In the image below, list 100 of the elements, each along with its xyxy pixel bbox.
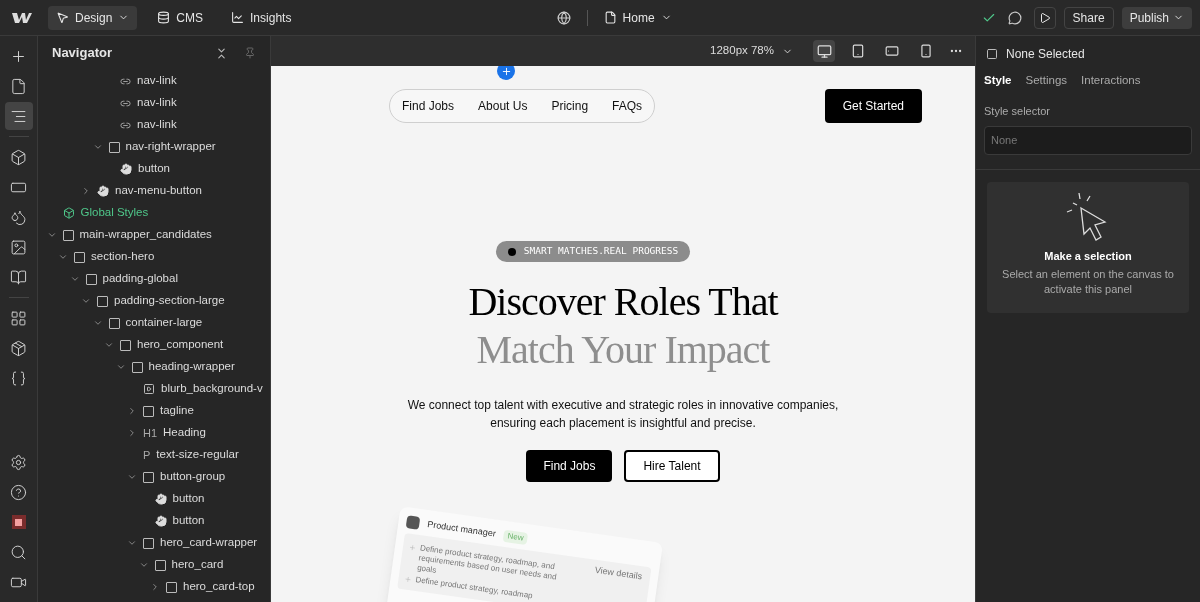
box-icon (108, 141, 120, 153)
box-icon (85, 273, 97, 285)
tree-label: nav-link (137, 117, 177, 133)
tree-item[interactable]: H1 Heading (38, 422, 270, 444)
nav-link[interactable]: About Us (478, 97, 528, 115)
tree-item[interactable]: button (38, 510, 270, 532)
tablet-icon (851, 44, 865, 58)
tree-item[interactable]: nav-link (38, 92, 270, 114)
globe-icon[interactable] (556, 10, 571, 25)
caret-icon[interactable] (92, 318, 103, 328)
hero-button[interactable]: Find Jobs (526, 450, 613, 482)
caret-icon[interactable] (150, 582, 160, 592)
caret-icon[interactable] (127, 472, 137, 482)
panel-tab[interactable]: Interactions (1081, 72, 1141, 90)
caret-icon[interactable] (115, 362, 126, 372)
tree-label: button (172, 491, 205, 507)
caret-icon[interactable] (46, 230, 57, 240)
tag-label: P (143, 447, 151, 463)
phone-icon (919, 44, 933, 58)
tree-label: tagline (160, 403, 194, 419)
panel-title: Navigator (52, 44, 113, 63)
caret-icon[interactable] (127, 406, 137, 416)
box-icon (74, 251, 85, 263)
nav-link[interactable]: Find Jobs (402, 97, 455, 115)
page-selector[interactable]: Home (603, 8, 672, 27)
nav-link[interactable]: FAQs (612, 97, 643, 115)
hero-button[interactable]: Hire Talent (624, 450, 720, 482)
caret-icon[interactable] (138, 560, 149, 570)
tree-item[interactable]: nav-menu-button (38, 180, 270, 202)
chart-icon (231, 11, 245, 24)
caret-icon[interactable] (92, 142, 103, 152)
device-button[interactable] (813, 40, 835, 62)
add-icon[interactable] (497, 66, 515, 80)
page-icon (10, 77, 27, 95)
selection-label: None Selected (1006, 46, 1085, 63)
box-icon (62, 229, 74, 241)
box-icon (143, 405, 154, 417)
box-icon (120, 339, 131, 351)
publish-button[interactable]: Publish (1121, 6, 1192, 29)
tree-item[interactable]: tagline (38, 400, 270, 422)
caret-icon[interactable] (127, 538, 137, 548)
tree-item[interactable]: hero_card-top (38, 576, 270, 598)
mode-tab[interactable]: Insights (223, 5, 300, 30)
caret-icon[interactable] (69, 274, 80, 284)
logo-icon (12, 11, 32, 24)
tree-label: button-group (160, 469, 226, 485)
tree-item[interactable]: P text-size-regular (38, 444, 270, 466)
tree-label: padding-section-large (114, 293, 225, 309)
hand-icon (97, 185, 109, 197)
search-icon (10, 543, 27, 561)
tree-item[interactable]: section-hero (38, 246, 270, 268)
rail-button[interactable] (4, 102, 33, 130)
share-button[interactable]: Share (1063, 6, 1114, 29)
tree-label: nav-menu-button (115, 183, 202, 199)
caret-icon[interactable] (104, 340, 114, 350)
comment-icon[interactable] (1007, 10, 1022, 25)
cursor-box-icon (56, 11, 69, 24)
style-selector-field[interactable]: None (984, 125, 1192, 155)
hero-paragraph: We connect top talent with executive and strategic roles in innovative companies, ensuring each placement is insightful and precise. (406, 397, 840, 432)
view-details-link[interactable]: View details (593, 563, 644, 584)
caret-icon[interactable] (58, 252, 68, 262)
panel-tab[interactable]: Settings (1025, 72, 1068, 90)
tree-item[interactable]: hero_card (38, 554, 270, 576)
hero-heading: Discover Roles That (468, 278, 778, 326)
nav-link[interactable]: Pricing (551, 97, 589, 115)
caret-icon[interactable] (81, 296, 91, 306)
breakpoint-selector[interactable]: 1280px 78% (710, 42, 793, 60)
collapse-icon[interactable] (215, 46, 228, 60)
tree-item[interactable]: Global Styles (38, 202, 270, 224)
tree-item[interactable]: blurb_background-v (38, 378, 270, 400)
tree-label: nav-link (137, 73, 177, 89)
tree-item[interactable]: padding-section-large (38, 290, 270, 312)
tree-item[interactable]: padding-global (38, 268, 270, 290)
hand-icon (154, 515, 167, 527)
tree-item[interactable]: nav-link (38, 114, 270, 136)
mode-tab[interactable]: CMS (149, 5, 212, 30)
preview-button[interactable] (1033, 6, 1056, 29)
tree-item[interactable]: nav-link (38, 70, 270, 92)
mode-tab[interactable]: Design (48, 5, 138, 30)
caret-icon[interactable] (127, 428, 137, 438)
tree-label: button (172, 513, 205, 529)
tree-label: text-size-regular (156, 447, 239, 463)
get-started-button[interactable]: Get Started (824, 89, 922, 123)
apps-icon (10, 309, 27, 327)
caret-icon[interactable] (81, 186, 91, 196)
tree-item[interactable]: hero_card-wrapper (38, 532, 270, 554)
tree-item[interactable]: nav-right-wrapper (38, 136, 270, 158)
tree-item[interactable]: hero_component (38, 334, 270, 356)
tree-item[interactable]: container-large (38, 312, 270, 334)
plus-icon (408, 543, 417, 552)
field-label: Style selector (983, 104, 1052, 120)
tree-item[interactable]: button (38, 158, 270, 180)
tree-item[interactable]: heading-wrapper (38, 356, 270, 378)
company-logo-icon (405, 515, 421, 531)
panel-tab[interactable]: Style (984, 72, 1012, 90)
pin-icon[interactable] (244, 47, 256, 59)
tree-item[interactable]: button (38, 488, 270, 510)
tree-label: nav-right-wrapper (125, 139, 216, 155)
tree-item[interactable]: button-group (38, 466, 270, 488)
tree-item[interactable]: main-wrapper_candidates (38, 224, 270, 246)
